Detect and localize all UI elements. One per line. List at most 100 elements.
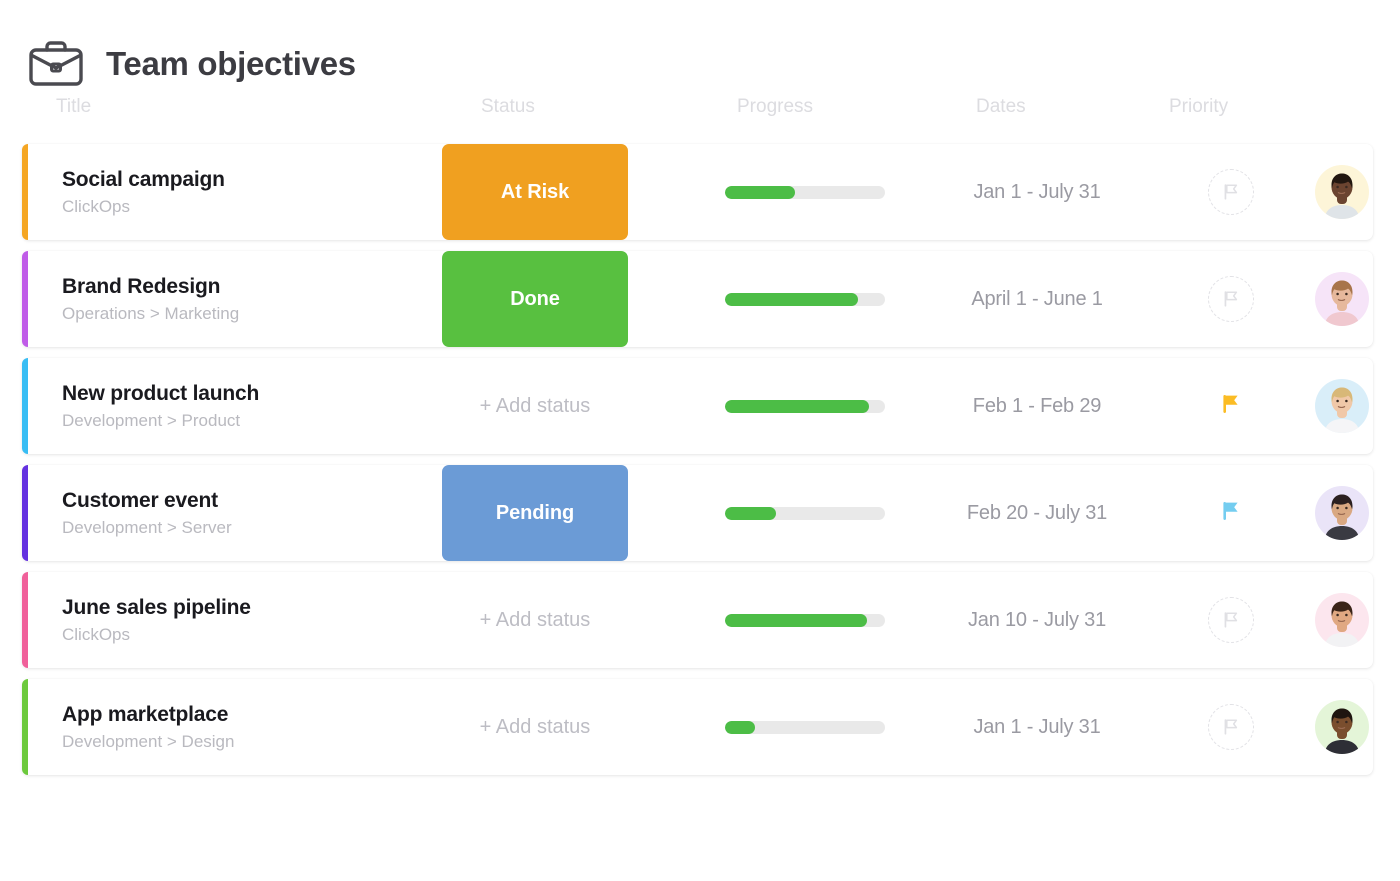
table-column-headers: Title Status Progress Dates Priority (0, 96, 1400, 144)
row-accent-bar (22, 679, 28, 775)
cell-status: + Add status (442, 679, 628, 775)
row-accent-bar (22, 144, 28, 240)
cell-dates[interactable]: April 1 - June 1 (922, 251, 1152, 347)
priority-flag-placeholder[interactable] (1208, 704, 1254, 750)
row-subtitle: ClickOps (62, 197, 432, 217)
cell-progress (725, 572, 885, 668)
priority-flag-icon[interactable] (1218, 498, 1244, 529)
cell-priority (1190, 144, 1272, 240)
cell-dates[interactable]: Jan 1 - July 31 (922, 144, 1152, 240)
row-subtitle: Development > Design (62, 732, 432, 752)
cell-progress (725, 465, 885, 561)
avatar[interactable] (1315, 379, 1369, 433)
add-status-button[interactable]: + Add status (442, 358, 628, 454)
priority-flag-icon[interactable] (1218, 391, 1244, 422)
progress-bar-fill (725, 614, 867, 627)
cell-progress (725, 358, 885, 454)
column-header-dates: Dates (976, 96, 1026, 118)
row-title: Brand Redesign (62, 274, 432, 300)
cell-status: + Add status (442, 572, 628, 668)
status-badge[interactable]: At Risk (442, 144, 628, 240)
cell-avatar[interactable] (1312, 144, 1372, 240)
cell-priority (1190, 465, 1272, 561)
progress-bar[interactable] (725, 293, 885, 306)
progress-bar-fill (725, 400, 869, 413)
row-accent-bar (22, 465, 28, 561)
cell-title[interactable]: New product launch Development > Product (62, 358, 432, 454)
progress-bar-fill (725, 186, 795, 199)
row-title: Customer event (62, 488, 432, 514)
cell-title[interactable]: Brand Redesign Operations > Marketing (62, 251, 432, 347)
row-title: New product launch (62, 381, 432, 407)
row-title: App marketplace (62, 702, 432, 728)
table-row[interactable]: New product launch Development > Product +… (22, 358, 1373, 454)
briefcase-icon (28, 37, 84, 89)
column-header-priority: Priority (1169, 96, 1228, 118)
cell-priority (1190, 251, 1272, 347)
cell-dates[interactable]: Feb 1 - Feb 29 (922, 358, 1152, 454)
team-objectives-page: Team objectives Title Status Progress Da… (0, 0, 1400, 881)
row-accent-bar (22, 251, 28, 347)
status-badge[interactable]: Done (442, 251, 628, 347)
cell-progress (725, 251, 885, 347)
progress-bar-fill (725, 507, 776, 520)
row-subtitle: Development > Product (62, 411, 432, 431)
cell-status: Done (442, 251, 628, 347)
progress-bar[interactable] (725, 186, 885, 199)
cell-avatar[interactable] (1312, 358, 1372, 454)
cell-progress (725, 144, 885, 240)
cell-title[interactable]: App marketplace Development > Design (62, 679, 432, 775)
cell-title[interactable]: Customer event Development > Server (62, 465, 432, 561)
priority-flag-placeholder[interactable] (1208, 597, 1254, 643)
cell-dates[interactable]: Jan 10 - July 31 (922, 572, 1152, 668)
add-status-button[interactable]: + Add status (442, 679, 628, 775)
cell-priority (1190, 358, 1272, 454)
avatar[interactable] (1315, 272, 1369, 326)
progress-bar[interactable] (725, 507, 885, 520)
table-row[interactable]: June sales pipelineClickOps+ Add statusJ… (22, 572, 1373, 668)
table-row[interactable]: Customer event Development > Server Pendin… (22, 465, 1373, 561)
progress-bar[interactable] (725, 721, 885, 734)
row-title: Social campaign (62, 167, 432, 193)
cell-avatar[interactable] (1312, 251, 1372, 347)
cell-title[interactable]: June sales pipeline ClickOps (62, 572, 432, 668)
priority-flag-placeholder[interactable] (1208, 169, 1254, 215)
cell-title[interactable]: Social campaign ClickOps (62, 144, 432, 240)
table-row[interactable]: Social campaign ClickOps At Risk Jan 1 - Ju… (22, 144, 1373, 240)
progress-bar[interactable] (725, 614, 885, 627)
progress-bar-fill (725, 293, 858, 306)
cell-status: Pending (442, 465, 628, 561)
table-row[interactable]: Brand Redesign Operations > Marketing Done… (22, 251, 1373, 347)
priority-flag-placeholder[interactable] (1208, 276, 1254, 322)
avatar[interactable] (1315, 593, 1369, 647)
page-title: Team objectives (106, 47, 356, 80)
cell-priority (1190, 572, 1272, 668)
row-subtitle: ClickOps (62, 625, 432, 645)
row-accent-bar (22, 358, 28, 454)
cell-dates[interactable]: Jan 1 - July 31 (922, 679, 1152, 775)
column-header-progress: Progress (737, 96, 813, 118)
cell-avatar[interactable] (1312, 572, 1372, 668)
status-badge[interactable]: Pending (442, 465, 628, 561)
progress-bar[interactable] (725, 400, 885, 413)
column-header-title: Title (56, 96, 91, 118)
row-title: June sales pipeline (62, 595, 432, 621)
table-row[interactable]: App marketplace Development > Design + Add… (22, 679, 1373, 775)
row-subtitle: Operations > Marketing (62, 304, 432, 324)
objectives-list: Social campaign ClickOps At Risk Jan 1 - Ju… (0, 144, 1400, 775)
row-subtitle: Development > Server (62, 518, 432, 538)
column-header-status: Status (481, 96, 535, 118)
cell-status: At Risk (442, 144, 628, 240)
avatar[interactable] (1315, 165, 1369, 219)
cell-status: + Add status (442, 358, 628, 454)
row-accent-bar (22, 572, 28, 668)
cell-dates[interactable]: Feb 20 - July 31 (922, 465, 1152, 561)
avatar[interactable] (1315, 700, 1369, 754)
cell-avatar[interactable] (1312, 679, 1372, 775)
progress-bar-fill (725, 721, 755, 734)
cell-progress (725, 679, 885, 775)
cell-avatar[interactable] (1312, 465, 1372, 561)
cell-priority (1190, 679, 1272, 775)
add-status-button[interactable]: + Add status (442, 572, 628, 668)
avatar[interactable] (1315, 486, 1369, 540)
